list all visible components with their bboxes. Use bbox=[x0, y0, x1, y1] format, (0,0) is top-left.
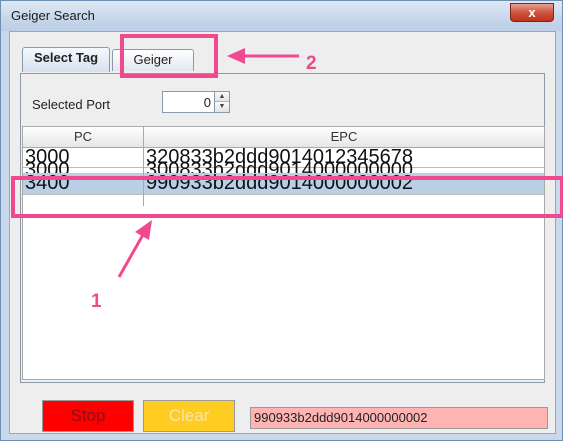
geiger-search-window: Geiger Search x Select Tag Geiger Select… bbox=[0, 0, 563, 441]
annotation-arrows bbox=[117, 48, 299, 278]
annotation-arrow-1 bbox=[117, 220, 152, 278]
annotation-arrow-2 bbox=[227, 48, 299, 64]
annotation-label-2: 2 bbox=[306, 53, 317, 74]
annotation-label-1: 1 bbox=[91, 291, 102, 312]
